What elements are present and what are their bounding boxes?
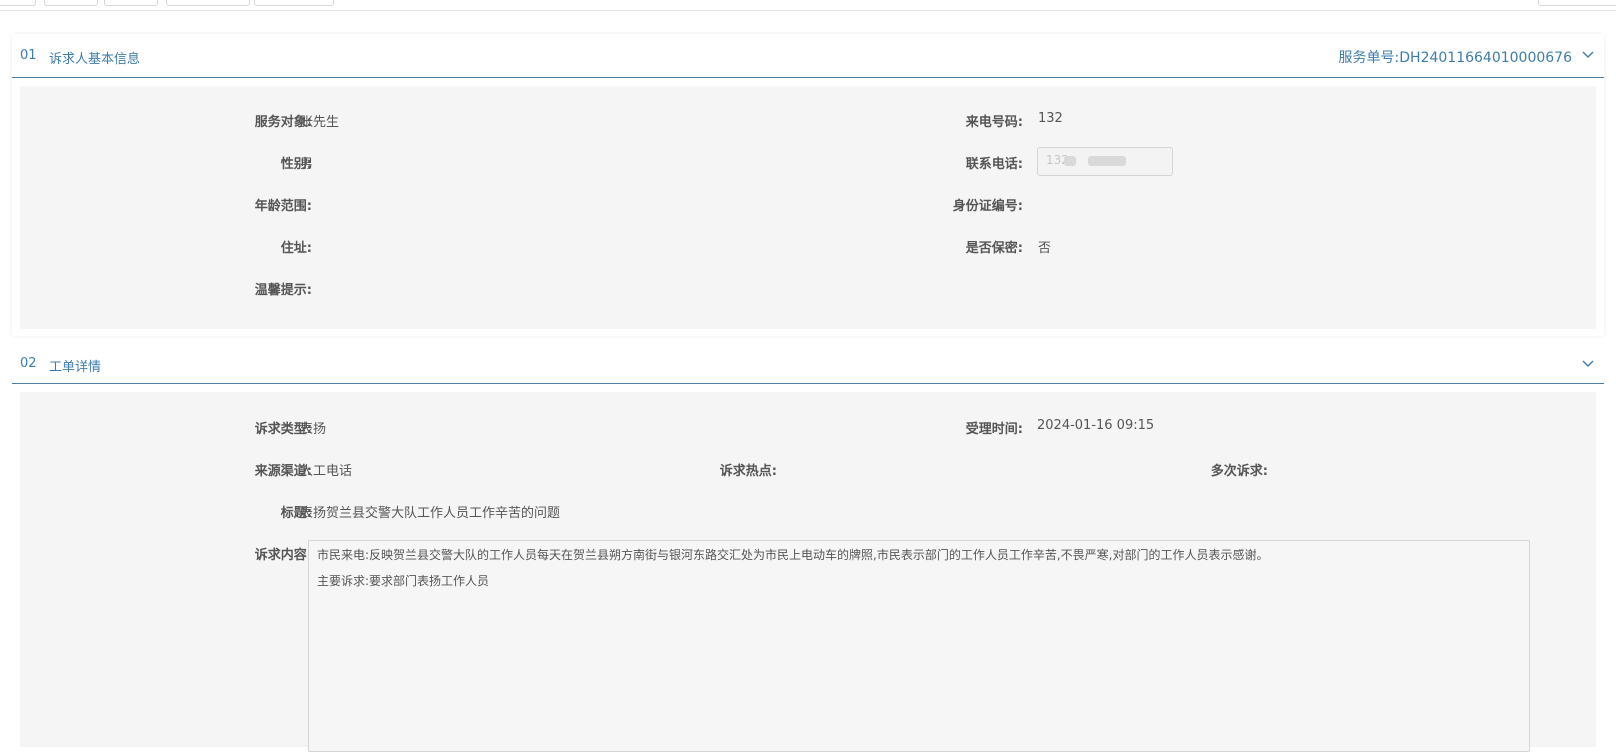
gender-label: 性别: — [280, 157, 312, 172]
address-label: 住址: — [280, 241, 312, 256]
ticket-detail-panel: 02 工单详情 诉求类型: 表扬 受理时间: 2024-01-16 09:15 … — [12, 350, 1604, 752]
section-title: 诉求人基本信息 — [49, 52, 141, 67]
gender-value: 男 — [300, 157, 314, 172]
confidential-value: 否 — [1038, 241, 1052, 256]
request-type-value: 表扬 — [300, 422, 327, 437]
section-number: 02 — [20, 356, 37, 371]
redacted-mask — [1064, 156, 1076, 166]
hotspot-label: 诉求热点: — [719, 464, 777, 479]
toolbar-button[interactable] — [1538, 0, 1616, 6]
ticket-detail-body: 诉求类型: 表扬 受理时间: 2024-01-16 09:15 来源渠道: 人工… — [20, 392, 1596, 752]
ticket-detail-header[interactable]: 02 工单详情 — [12, 350, 1604, 384]
service-target-value: 张先生 — [300, 115, 340, 130]
content-textarea[interactable]: 市民来电:反映贺兰县交警大队的工作人员每天在贺兰县朔方南街与银河东路交汇处为市民… — [308, 540, 1530, 752]
toolbar-button[interactable] — [0, 0, 36, 6]
requester-info-header[interactable]: 01 诉求人基本信息 服务单号:DH24011664010000676 — [12, 34, 1604, 78]
repeat-request-label: 多次诉求: — [1210, 464, 1268, 479]
caller-number-value: 132 — [1038, 111, 1063, 126]
subject-value: 表扬贺兰县交警大队工作人员工作辛苦的问题 — [300, 506, 561, 521]
accept-time-value: 2024-01-16 09:15 — [1037, 418, 1155, 433]
redacted-mask — [1088, 156, 1126, 166]
confidential-label: 是否保密: — [965, 241, 1023, 256]
service-number-label: 服务单号: — [1338, 50, 1400, 66]
source-channel-label: 来源渠道: — [254, 464, 312, 479]
section-title: 工单详情 — [49, 360, 102, 375]
tip-label: 温馨提示: — [254, 283, 312, 298]
toolbar-button[interactable] — [254, 0, 334, 6]
service-number-value: DH24011664010000676 — [1399, 50, 1572, 66]
service-number: 服务单号:DH24011664010000676 — [1339, 47, 1572, 67]
age-range-label: 年龄范围: — [254, 199, 312, 214]
top-toolbar — [0, 0, 1616, 11]
requester-info-body: 服务对象: 张先生 来电号码: 132 性别: 男 联系电话: 132 年龄范围… — [20, 86, 1596, 329]
content-line: 市民来电:反映贺兰县交警大队的工作人员每天在贺兰县朔方南街与银河东路交汇处为市民… — [317, 548, 1269, 562]
content-label: 诉求内容: — [254, 548, 312, 563]
caller-number-label: 来电号码: — [965, 115, 1023, 130]
requester-info-panel: 01 诉求人基本信息 服务单号:DH24011664010000676 服务对象… — [12, 34, 1604, 336]
service-target-label: 服务对象: — [254, 115, 312, 130]
id-number-label: 身份证编号: — [952, 199, 1023, 214]
contact-phone-field[interactable]: 132 — [1037, 147, 1173, 176]
toolbar-button[interactable] — [44, 0, 98, 6]
toolbar-button[interactable] — [104, 0, 158, 6]
subject-label: 标题: — [280, 506, 312, 521]
accept-time-label: 受理时间: — [965, 422, 1023, 437]
section-number: 01 — [20, 48, 37, 63]
chevron-down-icon[interactable] — [1580, 46, 1596, 62]
content-line: 主要诉求:要求部门表扬工作人员 — [317, 574, 490, 588]
toolbar-button[interactable] — [166, 0, 250, 6]
source-channel-value: 人工电话 — [300, 464, 353, 479]
contact-phone-label: 联系电话: — [965, 157, 1023, 172]
chevron-down-icon[interactable] — [1580, 355, 1596, 371]
request-type-label: 诉求类型: — [254, 422, 312, 437]
